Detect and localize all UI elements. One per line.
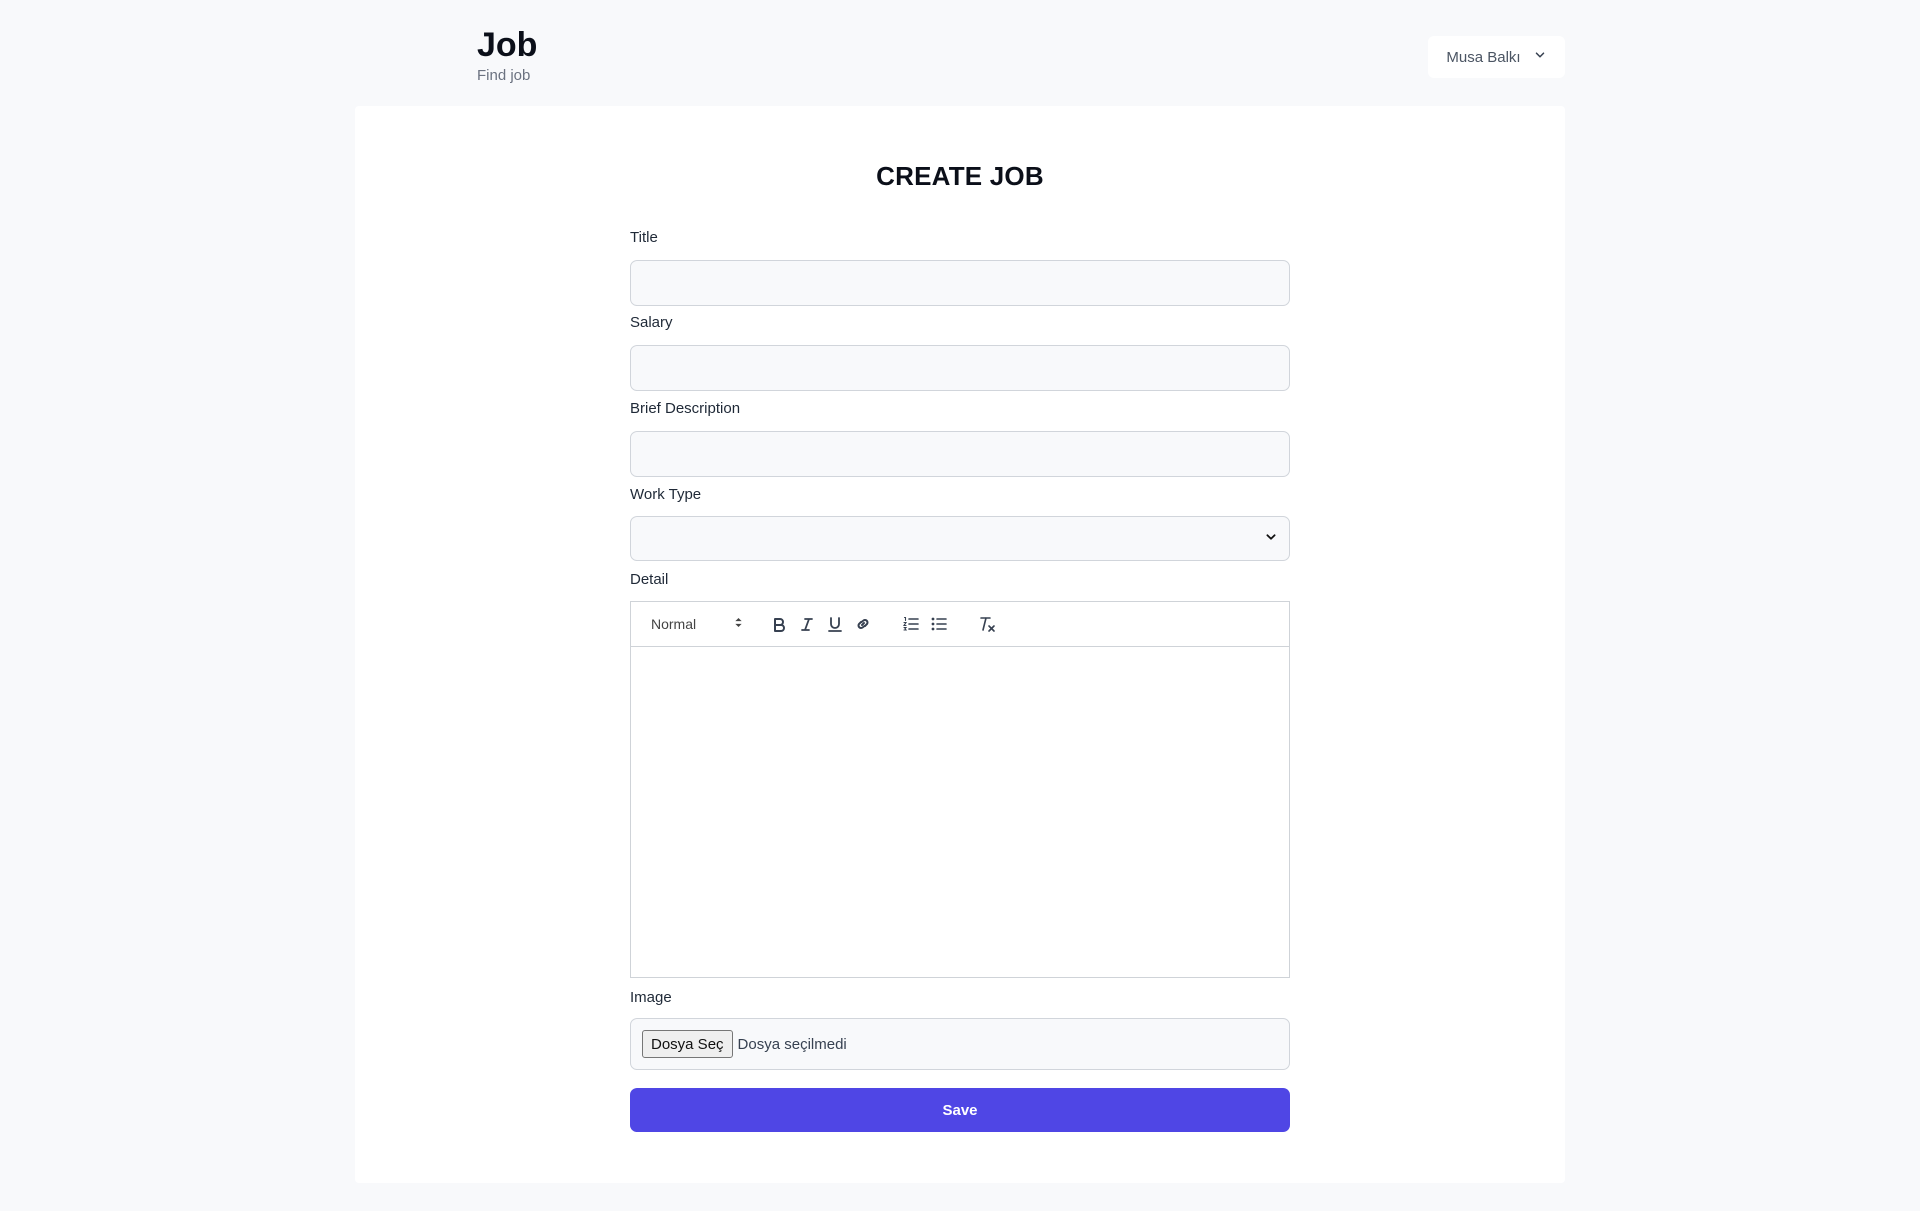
image-file-input[interactable]: Dosya Seç Dosya seçilmedi: [630, 1018, 1290, 1070]
user-name: Musa Balkı: [1446, 48, 1521, 66]
link-button[interactable]: [849, 612, 877, 636]
ordered-list-button[interactable]: [897, 612, 925, 636]
editor-toolbar: Normal: [630, 601, 1290, 647]
chevron-down-icon: [1533, 48, 1547, 66]
brief-description-input[interactable]: [630, 431, 1290, 477]
bold-icon: [774, 618, 785, 632]
link-icon: [857, 619, 869, 629]
brand[interactable]: Job Find job: [477, 24, 537, 86]
title-input[interactable]: [630, 260, 1290, 306]
work-type-label: Work Type: [630, 486, 702, 503]
underline-button[interactable]: [821, 612, 849, 636]
brand-subtitle: Find job: [477, 67, 531, 84]
italic-icon: [801, 618, 813, 631]
brand-title[interactable]: Job: [477, 24, 537, 66]
choose-file-button[interactable]: Dosya Seç: [642, 1030, 733, 1058]
page-title: CREATE JOB: [876, 161, 1044, 191]
image-label: Image: [630, 989, 672, 1006]
title-label: Title: [630, 229, 658, 246]
bullet-list-icon: [931, 617, 947, 631]
header: Job Find job Musa Balkı: [0, 0, 1920, 105]
salary-label: Salary: [630, 314, 673, 331]
clear-format-icon: [980, 617, 995, 632]
salary-input[interactable]: [630, 345, 1290, 391]
italic-button[interactable]: [793, 612, 821, 636]
create-job-card: CREATE JOB Title Salary Brief Descriptio…: [355, 106, 1565, 1183]
file-status: Dosya seçilmedi: [737, 1035, 847, 1053]
underline-icon: [828, 617, 842, 632]
bold-button[interactable]: [765, 612, 793, 636]
heading-select[interactable]: Normal: [651, 616, 743, 632]
brief-description-label: Brief Description: [630, 400, 741, 417]
detail-label: Detail: [630, 571, 669, 588]
bullet-list-button[interactable]: [925, 612, 953, 636]
work-type-select[interactable]: [630, 516, 1290, 561]
sort-arrows-icon: [734, 616, 743, 632]
heading-select-value: Normal: [651, 616, 697, 632]
clear-format-button[interactable]: [973, 612, 1001, 636]
user-menu-button[interactable]: Musa Balkı: [1428, 36, 1565, 78]
detail-editor[interactable]: [630, 647, 1290, 978]
chevron-down-icon: [1265, 530, 1277, 548]
save-button[interactable]: Save: [630, 1088, 1290, 1132]
ordered-list-icon: [902, 616, 919, 631]
